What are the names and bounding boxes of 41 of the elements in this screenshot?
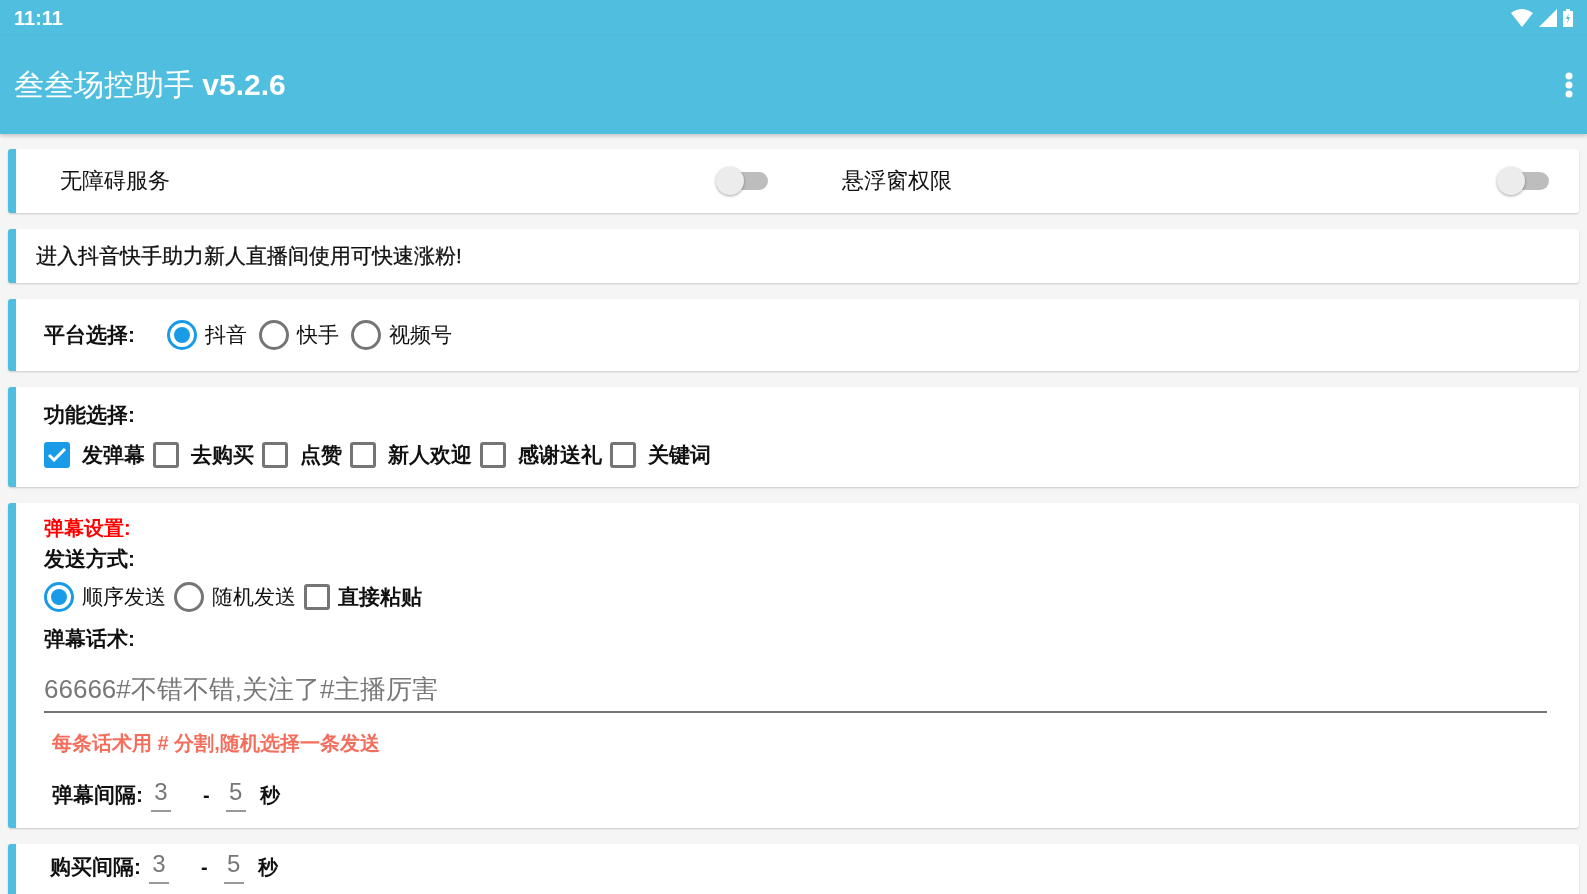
platform-radio[interactable]: 视频号 (351, 320, 452, 350)
script-input[interactable]: 66666#不错不错,关注了#主播厉害 (44, 670, 1547, 713)
paste-checkbox[interactable]: 直接粘贴 (304, 583, 422, 611)
number-field[interactable]: 3 (149, 850, 169, 884)
platform-label: 平台选择: (44, 322, 135, 348)
hint-text: 每条话术用 # 分割,随机选择一条发送 (52, 731, 381, 756)
unit-label: 秒 (259, 782, 280, 808)
unit-label: 秒 (257, 854, 278, 880)
permission-label: 悬浮窗权限 (841, 167, 952, 195)
platform-radio[interactable]: 抖音 (167, 320, 247, 350)
app-title: 叁叁场控助手 v5.2.6 (14, 66, 286, 103)
send-mode-radio[interactable]: 随机发送 (174, 582, 296, 612)
permission-label: 无障碍服务 (60, 167, 170, 195)
function-checkbox[interactable]: 点赞 (262, 441, 342, 469)
wifi-icon (1511, 9, 1533, 27)
more-menu-icon[interactable] (1565, 72, 1573, 98)
status-time: 11:11 (14, 6, 63, 30)
section-heading: 弹幕设置: (44, 516, 132, 541)
toggle-switch[interactable] (715, 167, 768, 195)
range-dash: - (201, 855, 208, 879)
notice-text: 进入抖音快手助力新人直播间使用可快速涨粉! (36, 243, 462, 269)
function-checkbox[interactable]: 关键词 (610, 441, 711, 469)
battery-icon (1563, 9, 1573, 27)
function-checkbox[interactable]: 去购买 (153, 441, 254, 469)
purchase-interval-label: 购买间隔: (50, 854, 141, 880)
toggle-switch[interactable] (1497, 167, 1549, 195)
function-checkbox[interactable]: 新人欢迎 (350, 441, 472, 469)
number-field[interactable]: 3 (151, 778, 171, 812)
script-label: 弹幕话术: (44, 626, 136, 652)
signal-icon (1539, 9, 1557, 27)
checkmark-icon (48, 448, 66, 462)
number-field[interactable]: 5 (223, 850, 244, 884)
interval-label: 弹幕间隔: (52, 782, 143, 808)
number-field[interactable]: 5 (225, 778, 246, 812)
functions-label: 功能选择: (44, 402, 136, 428)
function-checkbox[interactable]: 发弹幕 (44, 441, 145, 469)
send-mode-label: 发送方式: (44, 546, 136, 572)
send-mode-radio[interactable]: 顺序发送 (44, 582, 166, 612)
range-dash: - (203, 783, 210, 807)
function-checkbox[interactable]: 感谢送礼 (480, 441, 602, 469)
platform-radio[interactable]: 快手 (259, 320, 339, 350)
